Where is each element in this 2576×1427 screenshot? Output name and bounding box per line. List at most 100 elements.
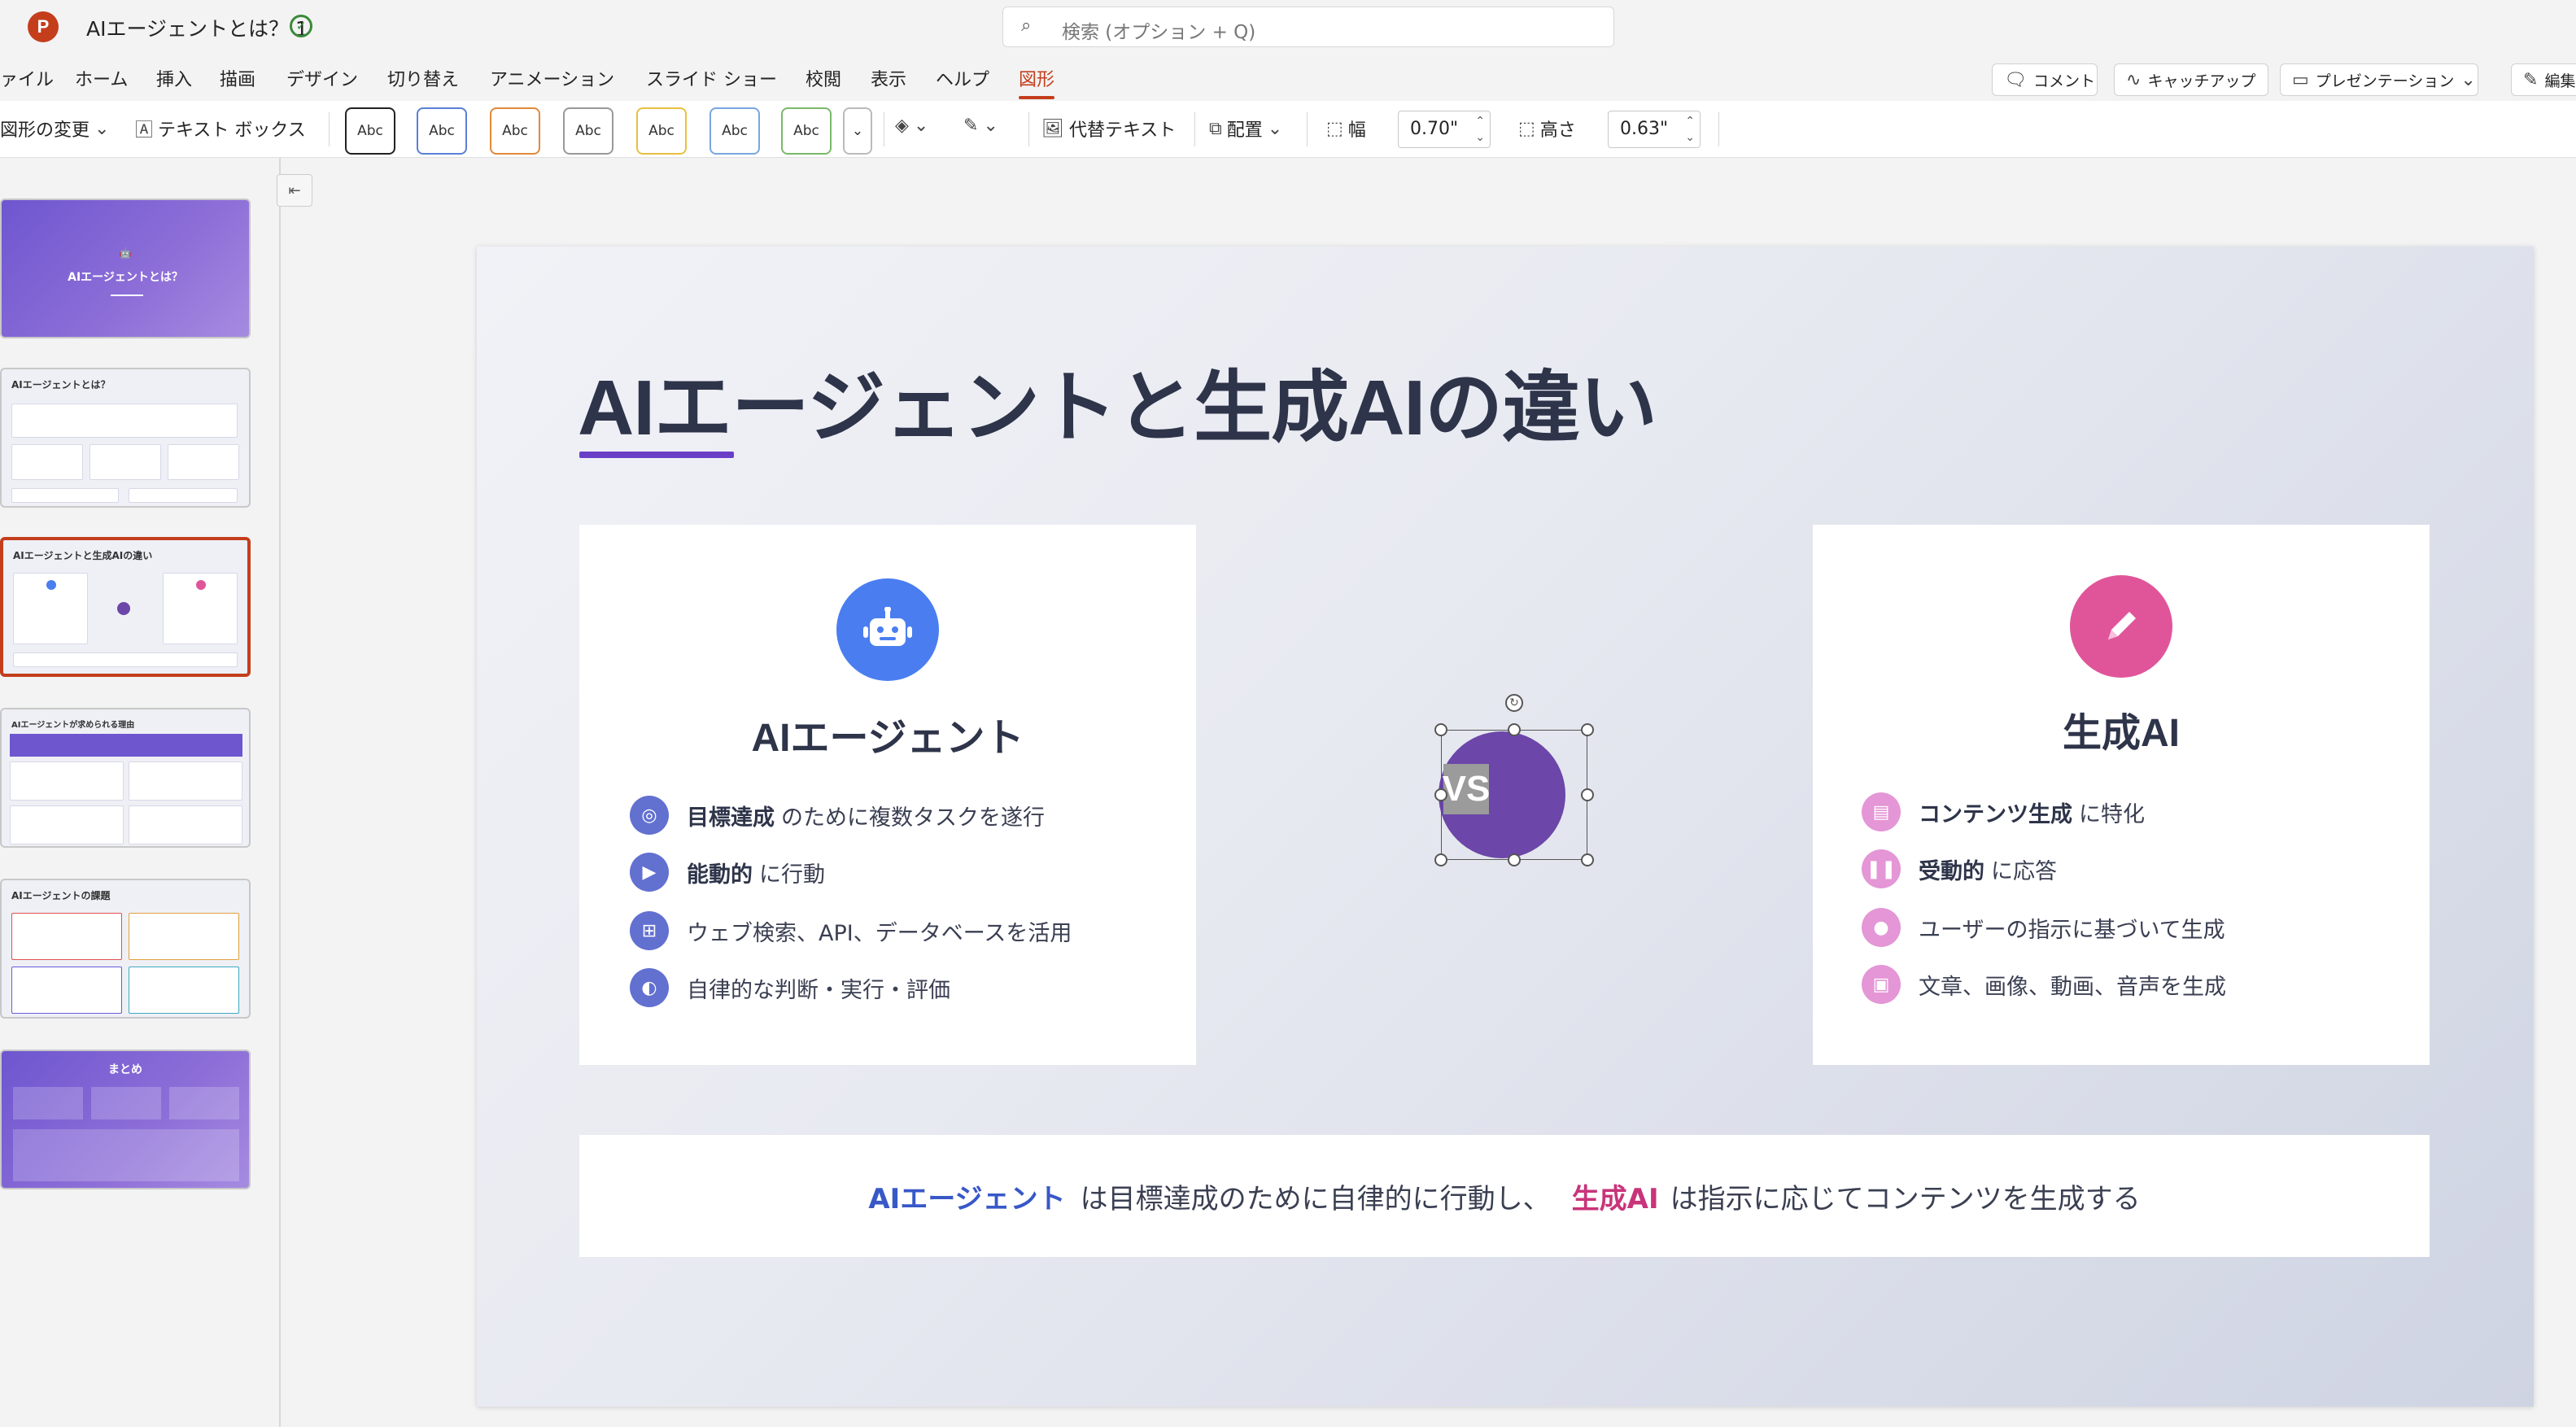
document-title[interactable]: AIエージェントとは？ 1	[86, 13, 308, 42]
style-preset-3[interactable]: Abc	[490, 107, 540, 155]
style-preset-1[interactable]: Abc	[345, 107, 395, 155]
edit-button[interactable]: ✎ 編集	[2511, 63, 2576, 96]
play-icon: ▶	[630, 853, 669, 892]
bullet-strong: 目標達成	[687, 805, 775, 831]
thumb-divider	[111, 295, 143, 296]
thumb-card	[129, 913, 239, 960]
slide-title[interactable]: AIエージェントと生成AIの違い	[578, 344, 1657, 457]
summary-text-2: は指示に応じてコンテンツを生成する	[1670, 1182, 2141, 1215]
style-preset-6[interactable]: Abc	[709, 107, 760, 155]
width-value: 0.70"	[1410, 119, 1459, 139]
text-box-label: テキスト ボックス	[158, 120, 306, 141]
style-preset-5[interactable]: Abc	[636, 107, 687, 155]
tab-file[interactable]: ァイル	[0, 65, 54, 91]
tab-design[interactable]: デザイン	[286, 65, 358, 91]
bullet-item: ◐ 自律的な判断・実行・評価	[630, 967, 950, 1008]
change-shape-button[interactable]: 図形の変更 ⌄	[0, 116, 109, 142]
panel-toggle-icon[interactable]: ⇤	[277, 174, 312, 207]
comment-button[interactable]: 🗨 コメント	[1992, 63, 2098, 96]
styles-more-button[interactable]: ⌄	[843, 107, 872, 155]
powerpoint-logo-icon: P	[28, 11, 59, 42]
resize-handle[interactable]	[1581, 853, 1594, 866]
text-box-icon: 🄰	[135, 120, 154, 141]
resize-handle[interactable]	[1581, 788, 1594, 801]
search-input[interactable]: ⌕ 検索 (オプション + Q)	[1002, 7, 1614, 47]
network-icon: ⊞	[630, 911, 669, 950]
tab-animations[interactable]: アニメーション	[490, 65, 614, 91]
tab-home[interactable]: ホーム	[75, 65, 128, 91]
resize-handle[interactable]	[1508, 723, 1521, 736]
slide-thumbnail-6[interactable]: まとめ	[0, 1050, 251, 1189]
resize-handle[interactable]	[1508, 853, 1521, 866]
slide-thumbnail-5[interactable]: AIエージェントの課題	[0, 879, 251, 1019]
robot-icon	[836, 578, 939, 681]
slide-thumbnail-2[interactable]: AIエージェントとは？	[0, 368, 251, 508]
thumb-title: AIエージェントの課題	[11, 890, 111, 901]
resize-handle[interactable]	[1581, 723, 1594, 736]
tab-insert[interactable]: 挿入	[156, 65, 192, 91]
selection-box[interactable]	[1441, 730, 1587, 860]
generative-ai-card[interactable]: 生成AI ▤ コンテンツ生成 に特化 ❚❚ 受動的 に応答 ● ユーザーの指示に…	[1813, 525, 2430, 1065]
tab-view[interactable]: 表示	[871, 65, 906, 91]
presentation-icon: ▭	[2292, 69, 2309, 90]
resize-handle[interactable]	[1434, 788, 1447, 801]
target-icon: ◎	[630, 796, 669, 835]
tab-draw[interactable]: 描画	[220, 65, 255, 91]
brain-icon: ◐	[630, 968, 669, 1007]
summary-box[interactable]: AIエージェント は目標達成のために自律的に行動し、 生成AI は指示に応じてコ…	[579, 1135, 2430, 1257]
search-placeholder: 検索 (オプション + Q)	[1062, 22, 1256, 43]
style-preset-4[interactable]: Abc	[563, 107, 613, 155]
chevron-down-icon: ⌄	[94, 118, 110, 139]
tab-transitions[interactable]: 切り替え	[387, 65, 459, 91]
divider	[1307, 112, 1308, 146]
slide-thumbnail-3[interactable]: AIエージェントと生成AIの違い	[0, 537, 251, 677]
thumb-card	[91, 1087, 161, 1119]
bullet-item: ⊞ ウェブ検索、API、データベースを活用	[630, 910, 1072, 951]
bullet-item: ◎ 目標達成 のために複数タスクを遂行	[630, 795, 1045, 836]
fill-color-button[interactable]: ◈ ⌄	[895, 116, 928, 136]
cloud-check-icon[interactable]: ✓	[290, 15, 312, 37]
pen-icon	[2070, 575, 2172, 678]
tab-review[interactable]: 校閲	[806, 65, 841, 91]
width-spinner[interactable]: ⌃ ⌄	[1475, 113, 1485, 146]
arrange-button[interactable]: ⧉ 配置 ⌄	[1209, 116, 1282, 142]
style-preset-2[interactable]: Abc	[417, 107, 467, 155]
height-label: 高さ	[1539, 120, 1576, 141]
search-icon: ⌕	[1021, 15, 1032, 36]
text-box-button[interactable]: 🄰 テキスト ボックス	[135, 116, 306, 142]
style-preset-7[interactable]: Abc	[781, 107, 832, 155]
bullet-item: ▤ コンテンツ生成 に特化	[1862, 792, 2145, 832]
alt-text-button[interactable]: 🖼 代替テキスト	[1041, 116, 1176, 142]
resize-handle[interactable]	[1434, 723, 1447, 736]
thumb-card	[11, 967, 122, 1014]
height-spinner[interactable]: ⌃ ⌄	[1685, 113, 1695, 146]
chevron-down-icon[interactable]: ⌄	[2460, 70, 2475, 90]
thumb-card	[13, 1129, 239, 1181]
outline-color-button[interactable]: ✎ ⌄	[963, 116, 998, 136]
thumb-title: AIエージェントとは？	[11, 379, 111, 391]
thumb-title: AIエージェントが求められる理由	[11, 721, 135, 730]
chevron-down-icon: ⌄	[1267, 118, 1283, 139]
image-icon: ▣	[1862, 965, 1901, 1004]
catchup-button[interactable]: ∿ キャッチアップ	[2114, 63, 2268, 96]
height-icon: ⬚	[1518, 118, 1535, 139]
thumb-card	[11, 913, 122, 960]
tab-slideshow[interactable]: スライド ショー	[646, 65, 777, 91]
thumb-summary	[13, 652, 238, 667]
height-input[interactable]: 0.63" ⌃ ⌄	[1608, 111, 1701, 148]
width-input[interactable]: 0.70" ⌃ ⌄	[1398, 111, 1491, 148]
resize-handle[interactable]	[1434, 853, 1447, 866]
bullet-strong: 能動的	[687, 862, 753, 888]
ai-agent-card[interactable]: AIエージェント ◎ 目標達成 のために複数タスクを遂行 ▶ 能動的 に行動 ⊞…	[579, 525, 1196, 1065]
bullet-strong: コンテンツ生成	[1919, 801, 2072, 827]
tab-help[interactable]: ヘルプ	[936, 65, 989, 91]
present-button[interactable]: ▭ プレゼンテーション ⌄	[2280, 63, 2478, 96]
slide-thumbnail-panel[interactable]: 🤖 AIエージェントとは？ AIエージェントとは？ AIエージェントと生成AIの…	[0, 158, 281, 1427]
present-label: プレゼンテーション	[2315, 72, 2455, 90]
slide-thumbnail-4[interactable]: AIエージェントが求められる理由	[0, 708, 251, 848]
slide-thumbnail-1[interactable]: 🤖 AIエージェントとは？	[0, 199, 251, 338]
slide-canvas[interactable]: AIエージェントと生成AIの違い AIエージェント ◎ 目標達成 のために複数タ…	[477, 247, 2534, 1407]
thumb-card	[168, 444, 239, 480]
tab-shape[interactable]: 図形	[1019, 65, 1055, 99]
rotate-handle-icon[interactable]: ↻	[1505, 694, 1523, 712]
